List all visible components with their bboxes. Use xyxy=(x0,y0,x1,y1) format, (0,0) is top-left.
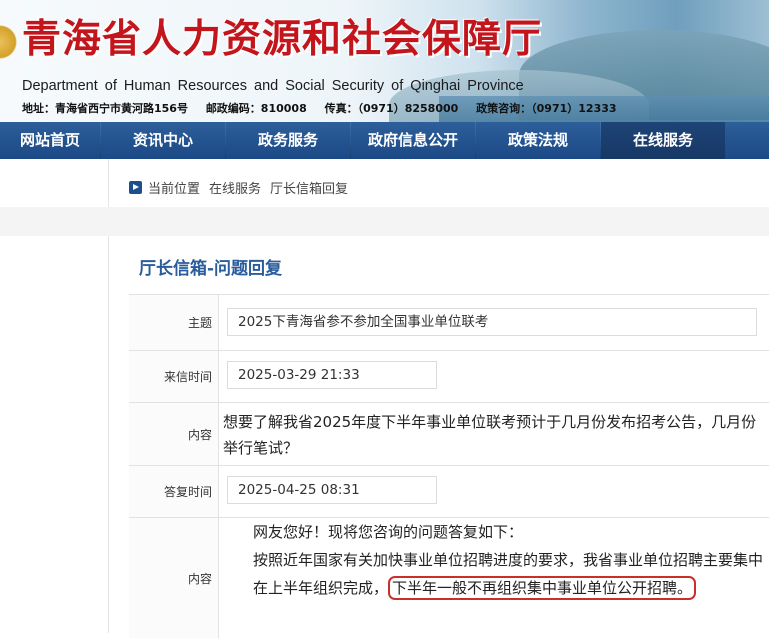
nav-online-services[interactable]: 在线服务 xyxy=(601,122,725,159)
location-arrow-icon xyxy=(129,181,142,194)
reply-content-label: 内容 xyxy=(129,518,219,638)
reply-highlight-text: 下半年一般不再组织集中事业单位公开招聘。 xyxy=(388,576,697,600)
breadcrumb-item-mailbox-reply[interactable]: 厅长信箱回复 xyxy=(270,178,348,197)
breadcrumb: 当前位置 在线服务 厅长信箱回复 xyxy=(129,178,357,197)
breadcrumb-item-online-services[interactable]: 在线服务 xyxy=(209,178,261,197)
reply-time-row: 答复时间 2025-04-25 08:31 xyxy=(129,466,769,518)
main-nav: 网站首页 资讯中心 政务服务 政府信息公开 政策法规 在线服务 xyxy=(0,122,769,159)
reply-content: 网友您好！现将您咨询的问题答复如下： 按照近年国家有关加快事业单位招聘进度的要求… xyxy=(223,518,763,602)
address-text: 地址：青海省西宁市黄河路156号 xyxy=(22,102,188,115)
question-content-row: 内容 想要了解我省2025年度下半年事业单位联考预计于几月份发布招考公告，几月份… xyxy=(129,403,769,466)
site-english-name: Department of Human Resources and Social… xyxy=(22,78,524,94)
subject-label: 主题 xyxy=(129,295,219,350)
nav-policies[interactable]: 政策法规 xyxy=(476,122,600,159)
question-content-text: 想要了解我省2025年度下半年事业单位联考预计于几月份发布招考公告，几月份举行笔… xyxy=(223,413,757,457)
consult-phone-text: 政策咨询：（0971）12333 xyxy=(476,102,617,115)
nav-info-disclosure[interactable]: 政府信息公开 xyxy=(351,122,475,159)
reply-content-row: 内容 网友您好！现将您咨询的问题答复如下： 按照近年国家有关加快事业单位招聘进度… xyxy=(129,518,769,638)
reply-time-field: 2025-04-25 08:31 xyxy=(227,476,437,504)
subject-row: 主题 2025下青海省参不参加全国事业单位联考 xyxy=(129,295,769,351)
sent-time-row: 来信时间 2025-03-29 21:33 xyxy=(129,351,769,403)
section-spacer xyxy=(0,207,769,236)
mailbox-reply-panel: 厅长信箱-问题回复 主题 2025下青海省参不参加全国事业单位联考 来信时间 2… xyxy=(108,236,769,638)
breadcrumb-bar: 当前位置 在线服务 厅长信箱回复 xyxy=(108,159,769,207)
question-content-label: 内容 xyxy=(129,403,219,465)
fax-text: 传真：（0971）8258000 xyxy=(324,102,459,115)
panel-title: 厅长信箱-问题回复 xyxy=(139,259,283,279)
sent-time-label: 来信时间 xyxy=(129,351,219,402)
reply-paragraph: 按照近年国家有关加快事业单位招聘进度的要求，我省事业单位招聘主要集中在上半年组织… xyxy=(223,546,763,602)
site-contact-line: 地址：青海省西宁市黄河路156号 邮政编码：810008 传真：（0971）82… xyxy=(22,100,631,116)
nav-news-center[interactable]: 资讯中心 xyxy=(101,122,225,159)
reply-greeting: 网友您好！现将您咨询的问题答复如下： xyxy=(253,523,524,541)
sent-time-field: 2025-03-29 21:33 xyxy=(227,361,437,389)
nav-home[interactable]: 网站首页 xyxy=(0,122,100,159)
reply-time-label: 答复时间 xyxy=(129,466,219,517)
breadcrumb-prefix: 当前位置 xyxy=(148,182,201,197)
nav-government-services[interactable]: 政务服务 xyxy=(226,122,350,159)
subject-field: 2025下青海省参不参加全国事业单位联考 xyxy=(227,308,757,336)
postcode-text: 邮政编码：810008 xyxy=(205,102,307,115)
emblem-icon xyxy=(0,22,20,62)
site-title: 青海省人力资源和社会保障厅 xyxy=(22,16,543,62)
site-banner: 青海省人力资源和社会保障厅 Department of Human Resour… xyxy=(0,0,769,122)
message-detail-table: 主题 2025下青海省参不参加全国事业单位联考 来信时间 2025-03-29 … xyxy=(129,294,769,638)
